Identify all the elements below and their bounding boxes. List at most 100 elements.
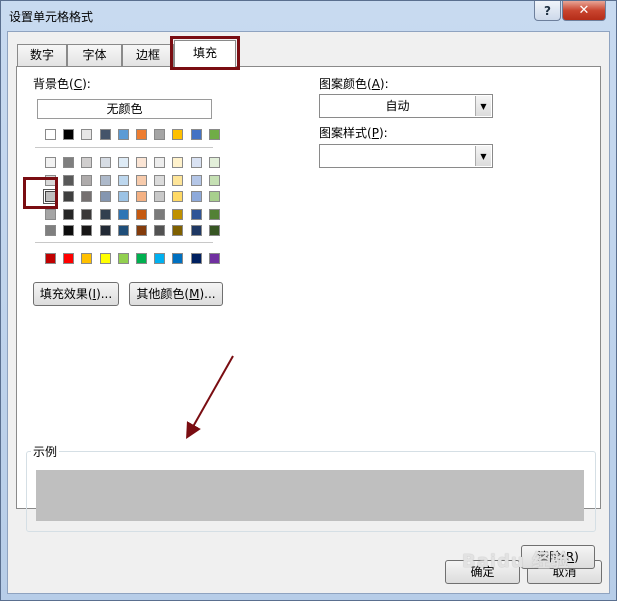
color-swatch[interactable]	[136, 191, 147, 202]
color-swatch[interactable]	[118, 253, 129, 264]
help-icon: ?	[544, 3, 551, 18]
color-swatch[interactable]	[81, 175, 92, 186]
dialog-title: 设置单元格格式	[9, 10, 94, 24]
tab-number[interactable]: 数字	[17, 44, 67, 66]
color-swatch[interactable]	[100, 129, 111, 140]
color-swatch[interactable]	[191, 157, 202, 168]
color-swatch[interactable]	[136, 129, 147, 140]
title-bar[interactable]: 设置单元格格式 ? ✕	[1, 1, 616, 31]
color-swatch[interactable]	[154, 191, 165, 202]
color-swatch[interactable]	[136, 209, 147, 220]
sample-label: 示例	[31, 443, 60, 460]
color-swatch[interactable]	[209, 225, 220, 236]
color-swatch[interactable]	[118, 191, 129, 202]
color-swatch[interactable]	[191, 209, 202, 220]
color-swatch[interactable]	[172, 209, 183, 220]
color-swatch[interactable]	[154, 157, 165, 168]
color-swatch[interactable]	[63, 129, 74, 140]
color-swatch[interactable]	[118, 209, 129, 220]
color-swatch[interactable]	[136, 175, 147, 186]
color-swatch[interactable]	[136, 253, 147, 264]
pattern-color-select[interactable]: 自动 ▼	[319, 94, 493, 118]
color-swatch[interactable]	[209, 253, 220, 264]
help-button[interactable]: ?	[534, 1, 561, 21]
color-swatch[interactable]	[63, 253, 74, 264]
format-cells-dialog: 设置单元格格式 ? ✕ 数字 字体 边框 填充 背景色(C): 无颜色 填充效果…	[0, 0, 617, 601]
color-swatch[interactable]	[63, 209, 74, 220]
color-swatch[interactable]	[100, 175, 111, 186]
background-color-label: 背景色(C):	[33, 77, 91, 91]
chevron-down-icon[interactable]: ▼	[475, 146, 491, 166]
palette-divider	[35, 242, 213, 243]
color-swatch[interactable]	[209, 175, 220, 186]
color-swatch[interactable]	[45, 157, 56, 168]
color-swatch[interactable]	[191, 129, 202, 140]
color-swatch[interactable]	[191, 225, 202, 236]
fill-tab-panel: 背景色(C): 无颜色 填充效果(I)... 其他颜色(M)... 图案颜色(A…	[16, 66, 601, 569]
dialog-client-area: 数字 字体 边框 填充 背景色(C): 无颜色 填充效果(I)... 其他颜色(…	[7, 31, 610, 594]
color-swatch[interactable]	[45, 225, 56, 236]
pattern-style-select[interactable]: ▼	[319, 144, 493, 168]
palette-divider	[35, 147, 213, 148]
color-swatch[interactable]	[100, 225, 111, 236]
color-swatch[interactable]	[45, 175, 56, 186]
more-colors-button[interactable]: 其他颜色(M)...	[129, 282, 223, 306]
color-swatch[interactable]	[172, 253, 183, 264]
color-swatch[interactable]	[154, 175, 165, 186]
color-swatch[interactable]	[154, 129, 165, 140]
sample-preview	[36, 470, 584, 521]
color-swatch[interactable]	[81, 191, 92, 202]
color-swatch[interactable]	[172, 157, 183, 168]
color-swatch[interactable]	[136, 157, 147, 168]
color-swatch[interactable]	[63, 191, 74, 202]
color-swatch[interactable]	[100, 253, 111, 264]
color-swatch[interactable]	[172, 191, 183, 202]
color-swatch[interactable]	[45, 209, 56, 220]
color-swatch[interactable]	[45, 129, 56, 140]
color-swatch[interactable]	[172, 175, 183, 186]
tab-fill[interactable]: 填充	[174, 40, 236, 67]
color-swatch[interactable]	[63, 175, 74, 186]
color-swatch[interactable]	[154, 209, 165, 220]
color-swatch[interactable]	[100, 157, 111, 168]
color-swatch[interactable]	[172, 129, 183, 140]
color-swatch[interactable]	[100, 209, 111, 220]
color-swatch[interactable]	[172, 225, 183, 236]
color-swatch[interactable]	[81, 253, 92, 264]
pattern-style-label: 图案样式(P):	[319, 126, 388, 140]
color-swatch[interactable]	[191, 175, 202, 186]
color-swatch[interactable]	[191, 191, 202, 202]
color-swatch[interactable]	[81, 209, 92, 220]
color-swatch[interactable]	[136, 225, 147, 236]
color-swatch[interactable]	[154, 253, 165, 264]
pattern-style-value	[320, 145, 475, 167]
color-swatch[interactable]	[100, 191, 111, 202]
color-swatch[interactable]	[209, 157, 220, 168]
fill-effects-button[interactable]: 填充效果(I)...	[33, 282, 119, 306]
chevron-down-icon[interactable]: ▼	[475, 96, 491, 116]
close-icon: ✕	[578, 3, 590, 18]
color-swatch[interactable]	[81, 129, 92, 140]
color-swatch[interactable]	[118, 157, 129, 168]
close-button[interactable]: ✕	[562, 1, 606, 21]
color-swatch[interactable]	[63, 157, 74, 168]
color-swatch[interactable]	[118, 225, 129, 236]
tab-font[interactable]: 字体	[67, 44, 122, 66]
color-swatch[interactable]	[45, 253, 56, 264]
color-swatch[interactable]	[81, 225, 92, 236]
no-color-button[interactable]: 无颜色	[37, 99, 212, 119]
color-swatch[interactable]	[209, 191, 220, 202]
tab-border[interactable]: 边框	[122, 44, 174, 66]
sample-group: 示例	[26, 443, 596, 532]
color-swatch[interactable]	[63, 225, 74, 236]
color-swatch[interactable]	[154, 225, 165, 236]
color-swatch[interactable]	[81, 157, 92, 168]
color-swatch[interactable]	[118, 175, 129, 186]
pattern-color-value: 自动	[385, 99, 410, 113]
color-swatch[interactable]	[118, 129, 129, 140]
color-swatch[interactable]	[209, 209, 220, 220]
color-swatch[interactable]	[209, 129, 220, 140]
color-swatch[interactable]	[191, 253, 202, 264]
watermark: Baidu 经验	[462, 551, 571, 572]
color-swatch[interactable]	[45, 191, 56, 202]
